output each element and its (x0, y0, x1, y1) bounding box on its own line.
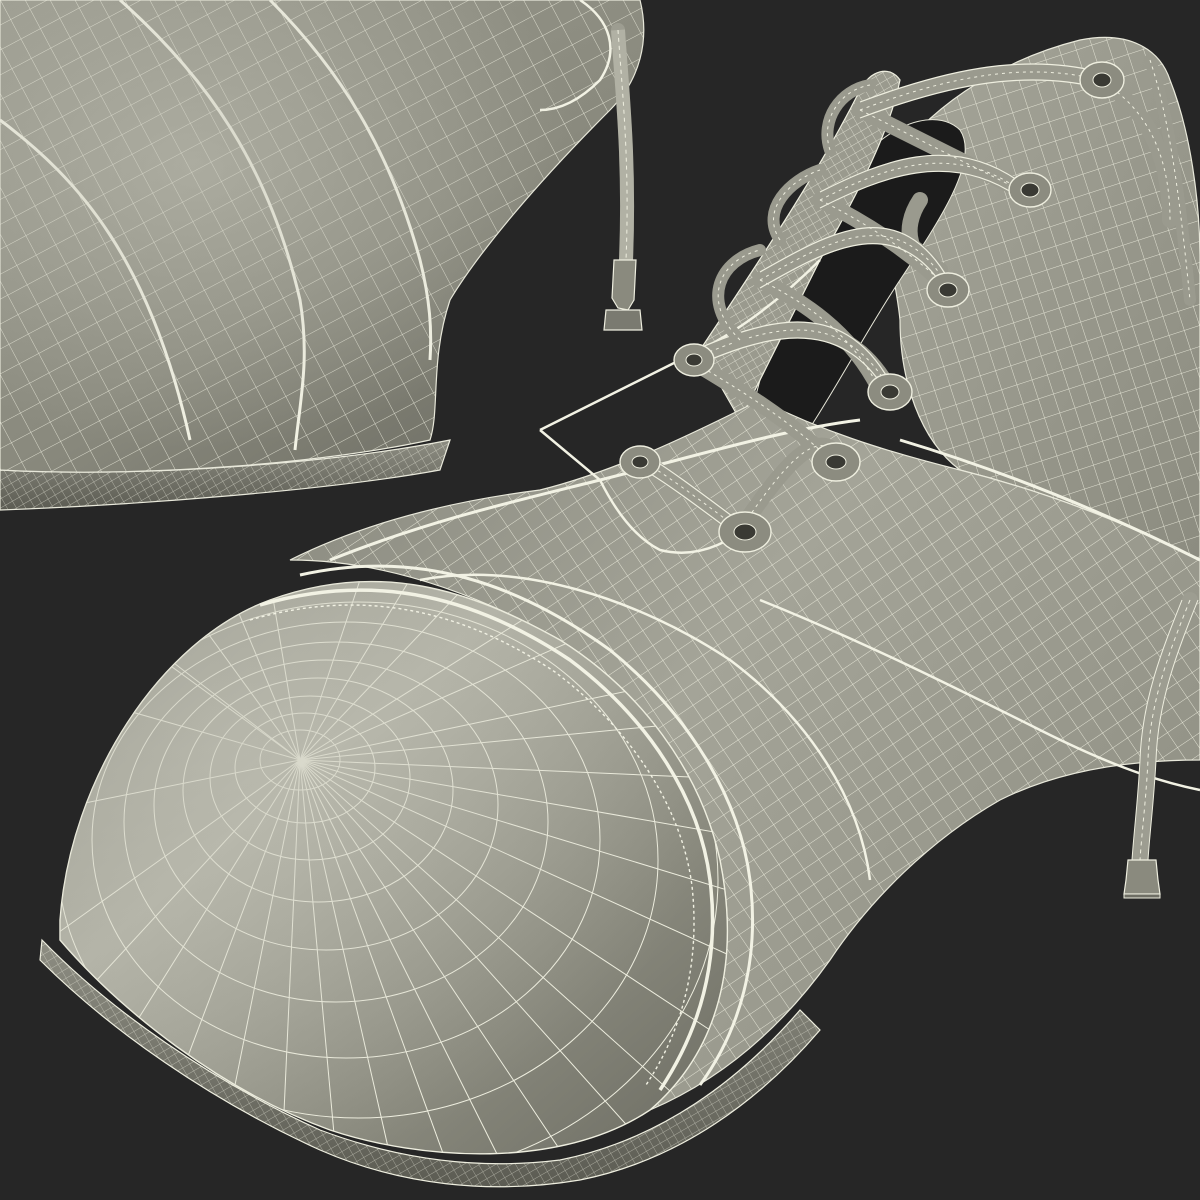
shoe-back-aglet (611, 259, 637, 311)
shoe-front-aglet (1123, 859, 1161, 895)
wireframe-shoes-render (0, 0, 1200, 1200)
